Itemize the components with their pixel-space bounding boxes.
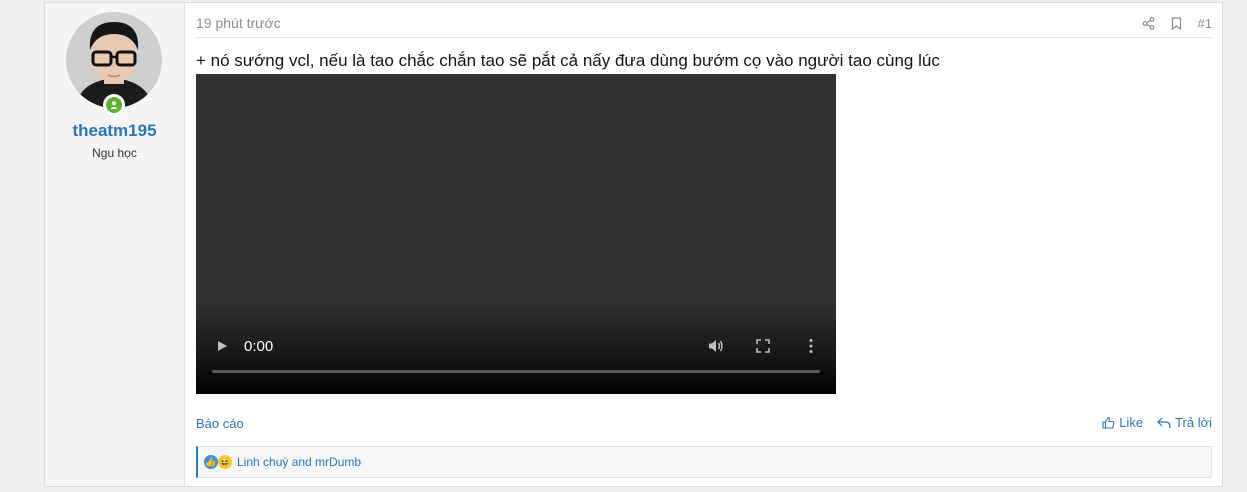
reply-button[interactable]: Trả lời	[1157, 415, 1212, 430]
reactions-bar[interactable]: 👍 😆 Linh chuỳ and mrDumb	[196, 446, 1212, 478]
user-icon	[110, 101, 118, 109]
volume-icon[interactable]	[708, 338, 724, 354]
report-link[interactable]: Báo cáo	[196, 416, 244, 431]
more-options-icon[interactable]	[808, 338, 814, 354]
fullscreen-icon[interactable]	[756, 339, 770, 353]
post-meta: 19 phút trước #1	[196, 3, 1212, 38]
post-main: 19 phút trước #1 + nó sướng vcl, nếu là …	[196, 3, 1212, 486]
video-time: 0:00	[244, 338, 274, 355]
play-icon[interactable]	[216, 340, 228, 352]
like-label: Like	[1119, 415, 1144, 430]
video-player[interactable]: 0:00	[196, 74, 836, 394]
share-icon[interactable]	[1142, 17, 1156, 31]
post-number[interactable]: #1	[1198, 16, 1212, 31]
post-footer-actions: Like Trả lời	[1102, 415, 1212, 430]
bookmark-icon[interactable]	[1170, 17, 1184, 31]
post-card: theatm195 Ngu học 19 phút trước #1 + nó …	[44, 2, 1223, 487]
reply-label: Trả lời	[1175, 415, 1212, 430]
reactions-text[interactable]: Linh chuỳ and mrDumb	[237, 455, 361, 469]
reply-icon	[1157, 417, 1171, 428]
online-indicator	[103, 94, 125, 116]
like-button[interactable]: Like	[1102, 415, 1143, 430]
haha-icon: 😆	[218, 455, 232, 469]
post-time[interactable]: 19 phút trước	[196, 15, 281, 31]
post-text: + nó sướng vcl, nếu là tao chắc chắn tao…	[196, 51, 940, 70]
username[interactable]: theatm195	[45, 121, 184, 141]
like-icon: 👍	[204, 455, 218, 469]
video-controls-overlay	[196, 299, 836, 394]
video-progress-bar[interactable]	[212, 370, 820, 373]
user-title: Ngu học	[92, 146, 137, 160]
post-meta-actions: #1	[1142, 16, 1212, 31]
user-column: theatm195 Ngu học	[45, 3, 185, 486]
thumbs-up-icon	[1102, 416, 1115, 429]
